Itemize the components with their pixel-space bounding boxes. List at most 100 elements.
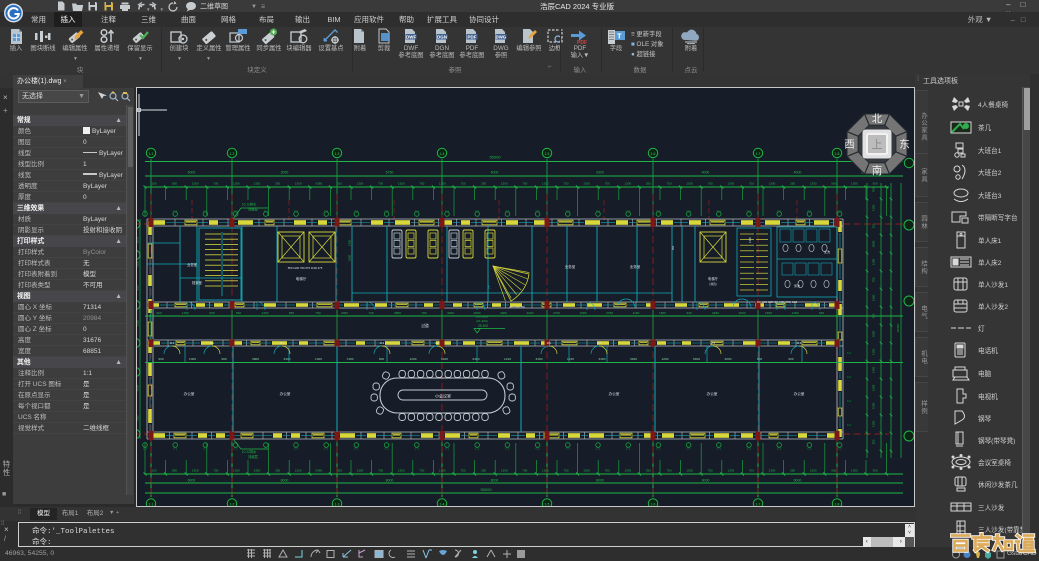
svg-text:700: 700: [419, 469, 424, 473]
svg-text:1300: 1300: [189, 357, 196, 361]
svg-text:4000: 4000: [702, 171, 710, 175]
svg-text:C-1: C-1: [536, 448, 541, 451]
svg-text:850: 850: [172, 182, 177, 186]
svg-text:电梯厅: 电梯厅: [708, 276, 719, 281]
svg-text:350: 350: [790, 469, 795, 473]
svg-text:900: 900: [221, 357, 226, 361]
svg-text:C-1: C-1: [445, 210, 450, 213]
svg-text:C-1: C-1: [324, 210, 329, 213]
svg-text:1300: 1300: [583, 182, 590, 186]
svg-text:C-1: C-1: [566, 448, 571, 451]
svg-text:100: 100: [151, 182, 156, 186]
svg-text:C-1: C-1: [717, 210, 722, 213]
svg-text:1300: 1300: [727, 182, 734, 186]
svg-text:M-1: M-1: [380, 341, 385, 345]
svg-text:2700: 2700: [553, 311, 560, 315]
svg-text:700: 700: [749, 469, 754, 473]
svg-text:(21.400): (21.400): [476, 319, 488, 323]
svg-text:850: 850: [172, 469, 177, 473]
svg-text:3000: 3000: [739, 311, 746, 315]
svg-text:900: 900: [158, 357, 163, 361]
svg-text:1300: 1300: [357, 182, 364, 186]
svg-text:M-1: M-1: [280, 341, 285, 345]
svg-text:3000: 3000: [725, 357, 732, 361]
svg-text:C-1: C-1: [415, 210, 420, 213]
svg-text:900: 900: [137, 415, 140, 420]
svg-text:700: 700: [378, 182, 383, 186]
svg-text:950: 950: [236, 311, 241, 315]
svg-text:1300: 1300: [233, 182, 240, 186]
svg-text:930: 930: [819, 311, 824, 315]
svg-text:100: 100: [151, 469, 156, 473]
svg-text:1200: 1200: [410, 357, 417, 361]
svg-text:1300: 1300: [769, 469, 776, 473]
svg-text:350: 350: [275, 469, 280, 473]
svg-text:1-4: 1-4: [440, 503, 445, 507]
svg-text:3400: 3400: [284, 357, 291, 361]
svg-text:找坡层: 找坡层: [248, 207, 258, 212]
svg-text:750: 750: [315, 311, 320, 315]
svg-text:C-1: C-1: [264, 210, 269, 213]
svg-text:1300: 1300: [727, 469, 734, 473]
svg-text:1150: 1150: [633, 311, 640, 315]
svg-text:6000: 6000: [872, 240, 876, 247]
svg-text:二维草图: 二维草图: [200, 2, 228, 11]
svg-text:1300: 1300: [872, 348, 876, 355]
svg-text:C-1: C-1: [687, 210, 692, 213]
svg-text:1300: 1300: [295, 182, 302, 186]
svg-text:8000: 8000: [386, 479, 394, 483]
svg-text:C-1: C-1: [847, 352, 852, 355]
svg-text:C-1: C-1: [777, 448, 782, 451]
svg-text:1-6: 1-6: [651, 503, 656, 507]
svg-text:25.300: 25.300: [478, 324, 488, 328]
svg-text:1-5: 1-5: [545, 503, 550, 507]
svg-text:350: 350: [481, 469, 486, 473]
svg-text:8000: 8000: [491, 479, 499, 483]
svg-text:办公室: 办公室: [280, 391, 291, 396]
svg-text:700: 700: [708, 182, 713, 186]
svg-text:南: 南: [872, 164, 883, 177]
svg-text:1080: 1080: [580, 311, 587, 315]
svg-text:C-1: C-1: [415, 448, 420, 451]
svg-text:750: 750: [460, 469, 465, 473]
svg-text:(消直): (消直): [709, 282, 717, 286]
svg-text:1500: 1500: [659, 311, 666, 315]
svg-text:C-1: C-1: [566, 210, 571, 213]
svg-text:6400: 6400: [473, 357, 480, 361]
svg-text:C-1: C-1: [294, 210, 299, 213]
svg-text:6600: 6600: [137, 384, 140, 391]
svg-text:M-1: M-1: [170, 341, 175, 345]
svg-text:▼: ▼: [251, 4, 257, 10]
svg-text:6000: 6000: [188, 479, 196, 483]
svg-text:55000: 55000: [480, 487, 492, 492]
svg-text:1300: 1300: [583, 469, 590, 473]
svg-text:1-7: 1-7: [756, 503, 761, 507]
svg-text:1-5: 1-5: [545, 152, 550, 156]
svg-text:男洗: 男洗: [794, 283, 800, 288]
svg-text:1300: 1300: [872, 258, 876, 265]
svg-text:700: 700: [522, 182, 527, 186]
svg-text:C-1: C-1: [847, 424, 852, 427]
svg-text:4000: 4000: [527, 311, 534, 315]
svg-text:8000: 8000: [596, 479, 604, 483]
svg-text:460 1150 250: 460 1150 250: [509, 305, 525, 309]
svg-text:6400: 6400: [441, 357, 448, 361]
svg-text:办公室: 办公室: [794, 391, 805, 396]
svg-text:C-1: C-1: [656, 210, 661, 213]
svg-text:8000: 8000: [281, 479, 289, 483]
svg-text:3050: 3050: [281, 171, 289, 175]
svg-text:档案室: 档案室: [192, 280, 203, 285]
svg-text:900: 900: [831, 469, 836, 473]
svg-text:7400: 7400: [347, 357, 354, 361]
svg-text:PDF: PDF: [468, 35, 477, 40]
svg-text:1450: 1450: [872, 366, 876, 373]
svg-text:1300: 1300: [851, 469, 858, 473]
svg-text:1300: 1300: [686, 182, 693, 186]
svg-text:C-1: C-1: [445, 448, 450, 451]
svg-text:900: 900: [757, 357, 762, 361]
svg-text:1300: 1300: [872, 420, 876, 427]
svg-text:1-7: 1-7: [756, 152, 761, 156]
svg-text:3900: 3900: [348, 254, 352, 261]
svg-text:750: 750: [666, 469, 671, 473]
svg-text:10.12排水: 10.12排水: [242, 202, 257, 207]
